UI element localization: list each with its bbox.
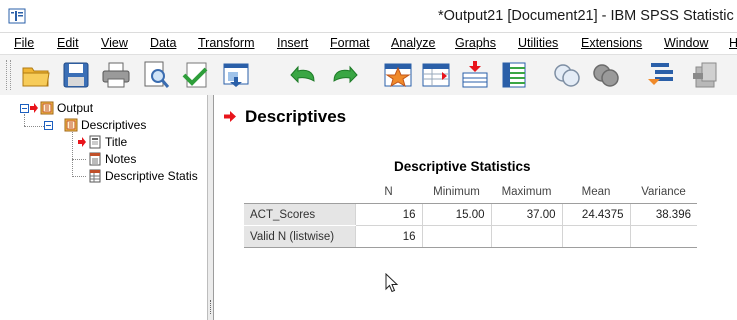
menu-bar: File Edit View Data Transform Insert For… xyxy=(0,33,737,53)
tree-connector xyxy=(72,176,86,177)
title-doc-icon xyxy=(89,135,101,149)
column-header-n: N xyxy=(355,181,422,204)
column-header-variance: Variance xyxy=(630,181,697,204)
outline-item-label: Descriptives xyxy=(81,118,147,132)
mouse-pointer-icon xyxy=(385,273,399,293)
selection-arrow-icon xyxy=(224,111,236,122)
column-header-maximum: Maximum xyxy=(491,181,562,204)
cell-minimum: 15.00 xyxy=(421,203,491,226)
toolbar-grip[interactable] xyxy=(6,60,11,90)
menu-help[interactable]: H xyxy=(729,36,737,50)
export-icon[interactable] xyxy=(180,59,212,91)
tree-connector xyxy=(72,130,73,177)
undo-icon[interactable] xyxy=(288,59,320,91)
selection-arrow-icon xyxy=(30,103,38,113)
row-label: ACT_Scores xyxy=(244,203,355,226)
save-icon[interactable] xyxy=(60,59,92,91)
cell-maximum xyxy=(490,225,562,248)
descriptive-statistics-table[interactable]: N Minimum Maximum Mean Variance ACT_Scor… xyxy=(244,181,697,248)
tree-connector xyxy=(72,159,86,160)
collapse-descriptives-toggle[interactable] xyxy=(44,121,53,130)
demote-icon[interactable] xyxy=(690,59,722,91)
outline-item-notes[interactable]: Notes xyxy=(88,152,136,166)
pane-splitter[interactable] xyxy=(207,95,214,320)
print-preview-icon[interactable] xyxy=(140,59,172,91)
table-doc-icon xyxy=(89,169,101,183)
goto-case-icon[interactable] xyxy=(420,59,452,91)
procedure-book-icon xyxy=(64,118,78,132)
goto-data-icon[interactable] xyxy=(382,59,414,91)
cell-variance: 38.396 xyxy=(629,203,697,226)
outline-item-title[interactable]: Title xyxy=(78,135,127,149)
outline-item-descriptives[interactable]: Descriptives xyxy=(64,118,146,132)
cell-mean: 24.4375 xyxy=(561,203,630,226)
title-bar: *Output21 [Document21] - IBM SPSS Statis… xyxy=(0,0,737,33)
outline-item-label: Output xyxy=(57,101,94,115)
menu-format[interactable]: Format xyxy=(330,36,370,50)
hide-output-icon[interactable] xyxy=(590,59,622,91)
menu-transform[interactable]: Transform xyxy=(198,36,255,50)
open-folder-icon[interactable] xyxy=(20,59,52,91)
column-header-blank xyxy=(244,181,355,204)
cell-n: 16 xyxy=(354,225,422,248)
outline-pane: Output Descriptives Title Notes Descript… xyxy=(0,95,207,320)
promote-icon[interactable] xyxy=(645,59,677,91)
splitter-grip xyxy=(210,300,212,314)
cell-n: 16 xyxy=(354,203,422,226)
cell-variance xyxy=(629,225,697,248)
menu-window[interactable]: Window xyxy=(664,36,708,50)
column-header-minimum: Minimum xyxy=(422,181,491,204)
selection-arrow-icon xyxy=(78,137,86,147)
menu-graphs[interactable]: Graphs xyxy=(455,36,496,50)
outline-item-label: Notes xyxy=(105,152,137,166)
menu-view[interactable]: View xyxy=(101,36,128,50)
show-output-icon[interactable] xyxy=(551,59,583,91)
section-title: Descriptives xyxy=(245,107,347,126)
cell-maximum: 37.00 xyxy=(490,203,562,226)
table-row: Valid N (listwise) 16 xyxy=(244,225,697,248)
menu-analyze[interactable]: Analyze xyxy=(391,36,435,50)
cell-minimum xyxy=(421,225,491,248)
output-book-icon xyxy=(40,101,54,115)
table-title: Descriptive Statistics xyxy=(394,159,531,174)
column-header-mean: Mean xyxy=(562,181,630,204)
collapse-output-toggle[interactable] xyxy=(20,104,29,113)
recall-dialog-icon[interactable] xyxy=(220,59,252,91)
print-icon[interactable] xyxy=(100,59,132,91)
table-row: ACT_Scores 16 15.00 37.00 24.4375 38.396 xyxy=(244,203,697,226)
row-label: Valid N (listwise) xyxy=(244,225,355,248)
menu-utilities[interactable]: Utilities xyxy=(518,36,558,50)
outline-item-label: Title xyxy=(105,135,128,149)
toolbar xyxy=(0,54,737,96)
tree-connector xyxy=(24,126,44,127)
tree-connector xyxy=(24,114,25,126)
notes-doc-icon xyxy=(89,152,101,166)
menu-insert[interactable]: Insert xyxy=(277,36,308,50)
output-content-pane: Descriptives Descriptive Statistics N Mi… xyxy=(214,95,737,320)
outline-item-label: Descriptive Statis xyxy=(105,169,198,183)
outline-item-output[interactable]: Output xyxy=(30,101,93,115)
cell-mean xyxy=(561,225,630,248)
variables-icon[interactable] xyxy=(498,59,530,91)
window-title: *Output21 [Document21] - IBM SPSS Statis… xyxy=(438,8,734,24)
spss-output-icon[interactable] xyxy=(8,7,26,25)
menu-data[interactable]: Data xyxy=(150,36,176,50)
outline-item-descriptive-statistics[interactable]: Descriptive Statis xyxy=(88,169,198,183)
goto-variable-icon[interactable] xyxy=(459,59,491,91)
menu-extensions[interactable]: Extensions xyxy=(581,36,642,50)
menu-file[interactable]: File xyxy=(14,36,34,50)
redo-icon[interactable] xyxy=(328,59,360,91)
menu-edit[interactable]: Edit xyxy=(57,36,79,50)
